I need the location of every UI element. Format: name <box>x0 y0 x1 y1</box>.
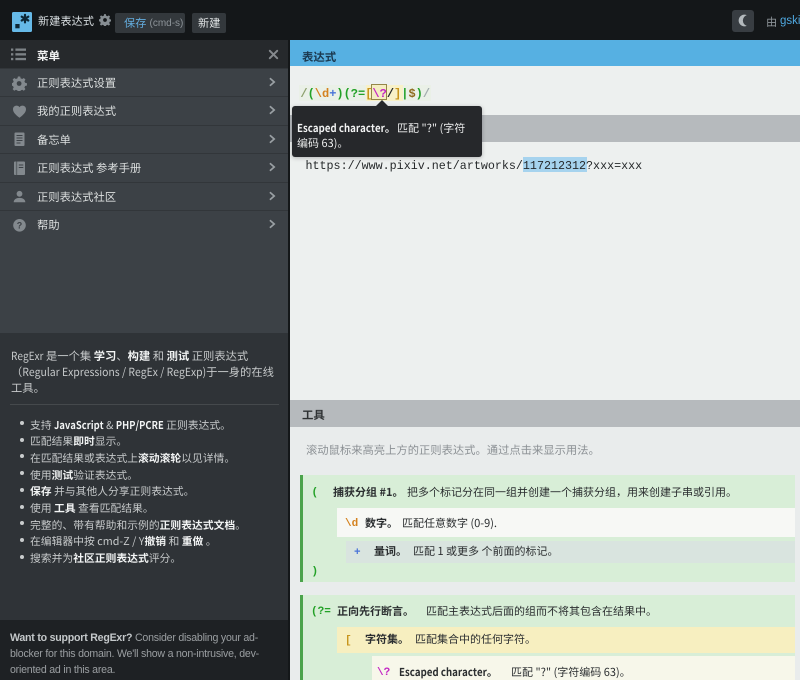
svg-text:?: ? <box>17 220 23 230</box>
